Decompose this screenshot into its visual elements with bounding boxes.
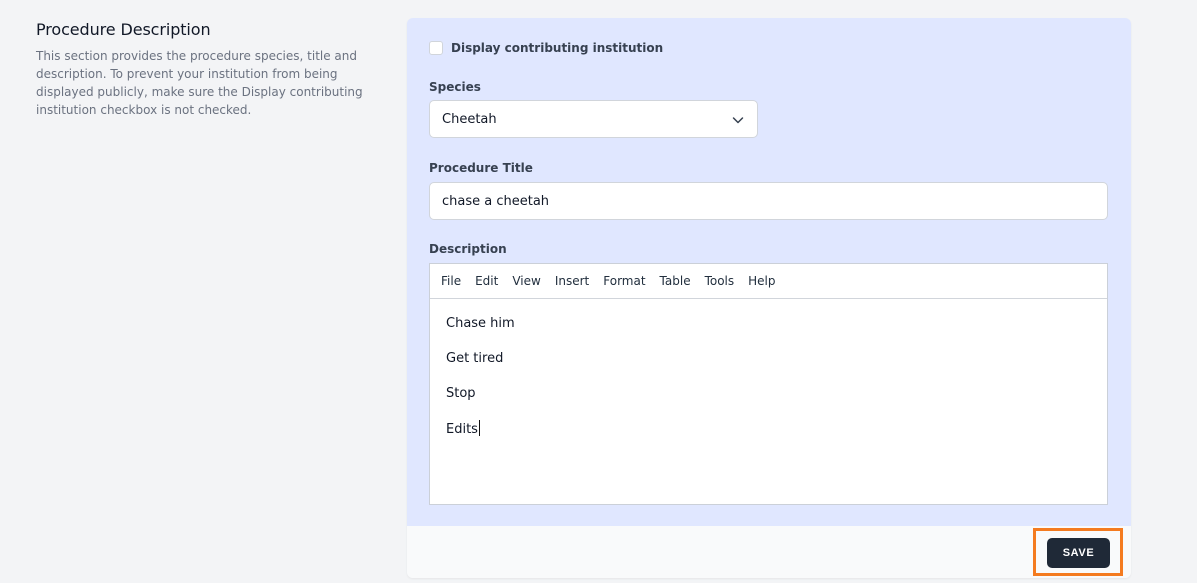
description-label: Description xyxy=(429,242,507,256)
form-body: Display contributing institution Species… xyxy=(407,18,1131,526)
display-institution-row: Display contributing institution xyxy=(429,41,663,55)
save-button[interactable]: SAVE xyxy=(1047,538,1110,568)
procedure-form-card: Display contributing institution Species… xyxy=(407,18,1131,578)
menu-file[interactable]: File xyxy=(441,274,461,288)
procedure-title-label: Procedure Title xyxy=(429,161,533,175)
species-select[interactable]: Cheetah xyxy=(429,100,758,138)
menu-table[interactable]: Table xyxy=(660,274,691,288)
description-editor[interactable]: File Edit View Insert Format Table Tools… xyxy=(429,263,1108,505)
editor-paragraph-last[interactable]: Edits xyxy=(446,420,1091,455)
menu-insert[interactable]: Insert xyxy=(555,274,589,288)
editor-paragraph[interactable]: Chase him xyxy=(446,315,1091,350)
editor-paragraph[interactable]: Get tired xyxy=(446,350,1091,385)
editor-paragraph[interactable]: Stop xyxy=(446,385,1091,420)
menu-view[interactable]: View xyxy=(512,274,540,288)
menu-help[interactable]: Help xyxy=(748,274,775,288)
editor-menubar: File Edit View Insert Format Table Tools… xyxy=(430,264,1107,299)
menu-format[interactable]: Format xyxy=(603,274,645,288)
chevron-down-icon xyxy=(732,117,744,124)
editor-content[interactable]: Chase him Get tired Stop Edits xyxy=(430,299,1107,471)
display-institution-checkbox[interactable] xyxy=(429,41,443,55)
procedure-title-input[interactable]: chase a cheetah xyxy=(429,182,1108,220)
menu-edit[interactable]: Edit xyxy=(475,274,498,288)
editor-paragraph-text: Edits xyxy=(446,422,478,437)
section-description: This section provides the procedure spec… xyxy=(36,49,363,117)
save-highlight-box: SAVE xyxy=(1033,528,1123,576)
menu-tools[interactable]: Tools xyxy=(705,274,735,288)
procedure-title-value: chase a cheetah xyxy=(442,193,550,209)
form-footer: SAVE xyxy=(407,526,1131,578)
display-institution-label[interactable]: Display contributing institution xyxy=(451,41,663,55)
section-title: Procedure Description xyxy=(36,20,211,39)
section-intro: Procedure Description This section provi… xyxy=(36,20,386,119)
text-caret xyxy=(478,420,480,436)
species-value: Cheetah xyxy=(442,111,497,127)
species-label: Species xyxy=(429,80,481,94)
